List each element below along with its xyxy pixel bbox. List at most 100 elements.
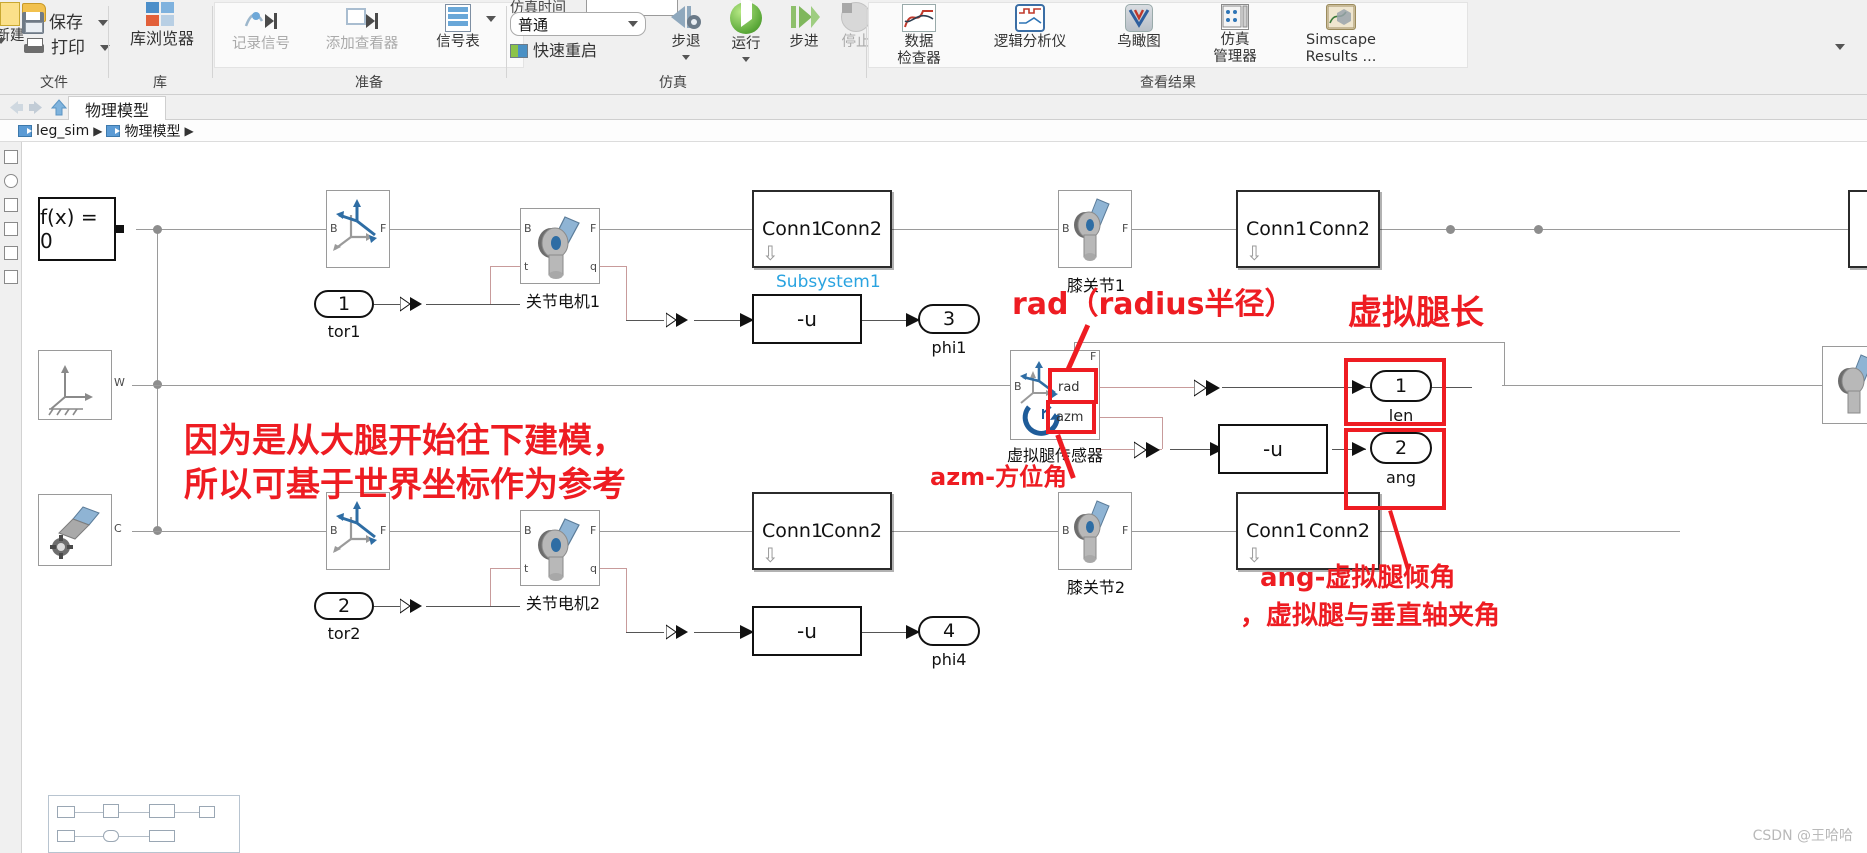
- library-browser-button[interactable]: 库浏览器: [130, 2, 194, 47]
- subsystem-block-2[interactable]: Conn1 Conn2 ⇩: [752, 492, 892, 570]
- breadcrumb-separator: ▶: [93, 123, 103, 138]
- sim-manager-label-l1: 仿真: [1220, 32, 1250, 48]
- data-inspector-button[interactable]: 数据 检查器: [876, 4, 962, 68]
- wire: [136, 229, 326, 230]
- canvas-minimap[interactable]: [48, 795, 240, 853]
- subsystem-icon: [106, 124, 121, 137]
- motor2-port-t: t: [524, 562, 529, 575]
- fast-restart-button[interactable]: 快速重启: [510, 42, 597, 59]
- back-button[interactable]: [4, 97, 26, 118]
- wire-junction: [1534, 225, 1543, 234]
- minimap-wire: [119, 812, 149, 813]
- palette-tool-3[interactable]: [4, 198, 18, 212]
- simulation-mode-select[interactable]: 普通: [510, 12, 646, 36]
- signal-table-icon: [445, 4, 471, 32]
- new-dropdown-caret[interactable]: [0, 38, 6, 62]
- signal-table-label: 信号表: [436, 34, 480, 50]
- subsystem-block-1[interactable]: Conn1 Conn2 ⇩: [752, 190, 892, 268]
- add-viewer-label: 添加查看器: [325, 36, 399, 52]
- motor1-label: 关节电机1: [525, 292, 601, 311]
- wire: [626, 266, 627, 320]
- gain-block-2[interactable]: -u: [752, 606, 862, 656]
- signal-arrow: [665, 312, 692, 328]
- wire: [892, 531, 1058, 532]
- logic-analyzer-button[interactable]: 逻辑分析仪: [976, 4, 1084, 51]
- wire: [1522, 229, 1867, 230]
- transform1-port-f: F: [380, 222, 387, 235]
- wire: [490, 266, 520, 267]
- run-label: 运行: [731, 36, 761, 52]
- minimap-block: [103, 804, 119, 818]
- signal-table-button[interactable]: 信号表: [420, 4, 496, 51]
- up-button[interactable]: [48, 97, 70, 118]
- tab-physical-model[interactable]: 物理模型: [68, 96, 167, 120]
- signal-arrow: [399, 296, 426, 312]
- sim-manager-button[interactable]: 仿真 管理器: [1198, 4, 1272, 66]
- wire-junction: [1446, 225, 1455, 234]
- inport-tor2[interactable]: 2: [314, 592, 374, 620]
- palette-tool-5[interactable]: [4, 246, 18, 260]
- palette-tool-1[interactable]: [4, 150, 18, 164]
- gain-block-3-expr: -u: [1263, 437, 1283, 461]
- world-frame-block[interactable]: [38, 350, 112, 420]
- log-signals-button[interactable]: 记录信号: [218, 4, 304, 53]
- zoom-in-tool[interactable]: [4, 174, 18, 188]
- birdseye-button[interactable]: 鸟瞰图: [1096, 4, 1182, 51]
- subsystem1-link-label[interactable]: Subsystem1: [776, 272, 881, 292]
- forward-button[interactable]: [26, 97, 48, 118]
- motor2-port-b: B: [524, 524, 532, 537]
- joint-motor-1-block[interactable]: [520, 208, 600, 284]
- wire: [600, 229, 752, 230]
- solid-body-block[interactable]: [38, 494, 112, 566]
- data-inspector-icon: [902, 4, 936, 32]
- subsystem4-conn1: Conn1: [1246, 520, 1308, 542]
- subsystem1-conn2: Conn2: [820, 218, 882, 240]
- run-button[interactable]: 运行: [718, 0, 774, 62]
- subsystem-block-5[interactable]: [1848, 190, 1867, 268]
- fast-restart-icon: [510, 43, 528, 58]
- annotation-leg-length: 虚拟腿长: [1348, 293, 1484, 333]
- subsystem-block-3[interactable]: Conn1 Conn2 ⇩: [1236, 190, 1380, 268]
- inport-tor2-label: tor2: [327, 624, 361, 643]
- step-back-button[interactable]: 步退: [658, 2, 714, 60]
- knee-joint-3-block[interactable]: [1822, 346, 1867, 424]
- print-button[interactable]: 打印: [22, 38, 110, 58]
- prepare-more-caret[interactable]: [486, 16, 496, 40]
- simulink-window: 新建 保存 打印 文件 库浏览器 库 记录信号 添加查看器 信号表 准备 仿真时…: [0, 0, 1867, 853]
- step-back-label: 步退: [671, 34, 701, 50]
- add-viewer-button[interactable]: 添加查看器: [310, 4, 414, 53]
- gain-block-3[interactable]: -u: [1218, 424, 1328, 474]
- breadcrumb-item-1[interactable]: 物理模型: [124, 121, 180, 141]
- inport-tor1[interactable]: 1: [314, 290, 374, 318]
- outport-phi4[interactable]: 4: [918, 616, 980, 646]
- save-button[interactable]: 保存: [22, 12, 108, 34]
- palette-tool-4[interactable]: [4, 222, 18, 236]
- model-canvas[interactable]: f(x) = 0 W C B F B F B F t q 关节电机1 B F t…: [22, 142, 1867, 853]
- gain-block-1-expr: -u: [797, 307, 817, 331]
- solver-configuration-block[interactable]: f(x) = 0: [38, 197, 116, 261]
- subsystem2-conn2: Conn2: [820, 520, 882, 542]
- group-caption-file: 文件: [40, 75, 68, 91]
- minimap-wire: [75, 812, 103, 813]
- wire: [1504, 342, 1505, 386]
- wire: [626, 568, 627, 632]
- logic-analyzer-icon: [1015, 4, 1045, 32]
- joint-motor-2-block[interactable]: [520, 510, 600, 586]
- outport-phi1-number: 3: [942, 308, 956, 330]
- simscape-results-button[interactable]: Simscape Results ...: [1286, 4, 1396, 66]
- save-dropdown-caret[interactable]: [98, 20, 108, 26]
- run-caret[interactable]: [742, 57, 750, 62]
- gain-block-1[interactable]: -u: [752, 294, 862, 344]
- step-forward-button[interactable]: 步进: [776, 2, 832, 51]
- motor2-port-q: q: [590, 562, 597, 575]
- breadcrumb-item-0[interactable]: leg_sim: [36, 123, 89, 139]
- ribbon-group-library: 库浏览器 库: [110, 0, 210, 95]
- subsystem2-conn1: Conn1: [762, 520, 824, 542]
- outport-phi1[interactable]: 3: [918, 304, 980, 334]
- knee1-port-f: F: [1122, 222, 1129, 235]
- palette-tool-6[interactable]: [4, 270, 18, 284]
- step-back-caret[interactable]: [682, 55, 690, 60]
- tab-strip: 物理模型: [0, 95, 1867, 120]
- ribbon-expand-caret[interactable]: [1835, 44, 1845, 68]
- sensor-port-f: F: [1090, 350, 1097, 363]
